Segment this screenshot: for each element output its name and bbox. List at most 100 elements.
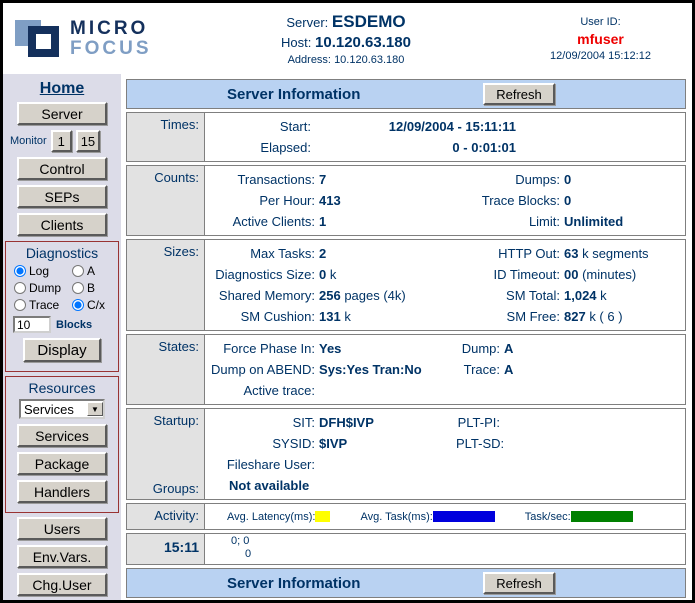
times-row-label: Times: xyxy=(127,113,205,161)
startup-content: SIT:DFH$IVP SYSID:$IVP Fileshare User: P… xyxy=(205,409,685,499)
control-button[interactable]: Control xyxy=(17,157,107,180)
task-ms-legend-item: Avg. Task(ms): xyxy=(360,511,494,523)
shared-memory-suffix: pages (4k) xyxy=(341,288,406,303)
force-phase-in-label: Force Phase In: xyxy=(211,341,319,356)
latency-legend-label: Avg. Latency(ms): xyxy=(227,511,315,523)
dump-on-abend-value: Sys:Yes Tran:No xyxy=(319,362,422,377)
task-sec-legend-label: Task/sec: xyxy=(525,511,571,523)
a-radio-option[interactable]: A xyxy=(72,264,118,278)
activity-legend: Avg. Latency(ms): Avg. Task(ms): Task/se… xyxy=(227,507,679,526)
start-label: Start: xyxy=(211,119,311,134)
transactions-label: Transactions: xyxy=(211,172,319,187)
home-link[interactable]: Home xyxy=(3,80,121,98)
dropdown-arrow-icon[interactable]: ▼ xyxy=(87,402,103,416)
id-timeout-suffix: (minutes) xyxy=(578,267,636,282)
address-value: 10.120.63.180 xyxy=(334,54,404,66)
dump-on-abend-label: Dump on ABEND: xyxy=(211,362,319,377)
task-ms-legend-label: Avg. Task(ms): xyxy=(360,511,432,523)
cx-radio-label: C/x xyxy=(87,298,105,312)
b-radio-option[interactable]: B xyxy=(72,281,118,295)
clients-button[interactable]: Clients xyxy=(17,213,107,236)
diagnostics-radio-grid: Log A Dump B Trace xyxy=(6,264,118,312)
id-timeout-value: 00 xyxy=(564,267,578,282)
trace-state-label: Trace: xyxy=(456,362,504,377)
counts-row-label: Counts: xyxy=(127,166,205,235)
limit-label: Limit: xyxy=(456,214,564,229)
max-tasks-label: Max Tasks: xyxy=(211,246,319,261)
address-line: Address: 10.120.63.180 xyxy=(175,54,517,66)
a-radio-label: A xyxy=(87,264,95,278)
blocks-row: Blocks xyxy=(6,316,118,333)
blocks-input[interactable] xyxy=(13,316,51,333)
sm-free-value: 827 xyxy=(564,309,586,324)
plt-pi-label: PLT-PI: xyxy=(456,415,504,430)
trace-radio-option[interactable]: Trace xyxy=(14,298,72,312)
cx-radio[interactable] xyxy=(72,299,84,311)
active-clients-label: Active Clients: xyxy=(211,214,319,229)
users-button[interactable]: Users xyxy=(17,517,107,540)
trace-radio[interactable] xyxy=(14,299,26,311)
services-button[interactable]: Services xyxy=(17,424,107,447)
sit-label: SIT: xyxy=(211,415,319,430)
activity-row: Activity: Avg. Latency(ms): Avg. Task(ms… xyxy=(126,503,686,530)
server-identity: Server: ESDEMO Host: 10.120.63.180 Addre… xyxy=(175,12,517,66)
dump-radio[interactable] xyxy=(14,282,26,294)
fileshare-user-label: Fileshare User: xyxy=(211,457,319,472)
sit-value: DFH$IVP xyxy=(319,415,374,430)
log-radio-option[interactable]: Log xyxy=(14,264,72,278)
monitor-15-button[interactable]: 15 xyxy=(76,130,100,152)
activity-content: Avg. Latency(ms): Avg. Task(ms): Task/se… xyxy=(205,504,685,529)
sm-free-label: SM Free: xyxy=(456,309,564,324)
host-label: Host: xyxy=(281,35,311,50)
seps-button[interactable]: SEPs xyxy=(17,185,107,208)
resources-select[interactable]: Services ▼ xyxy=(19,399,105,419)
resources-title: Resources xyxy=(6,380,118,396)
dumps-label: Dumps: xyxy=(456,172,564,187)
times-row: Times: Start: 12/09/2004 - 15:11:11 Elap… xyxy=(126,112,686,162)
log-radio[interactable] xyxy=(14,265,26,277)
per-hour-label: Per Hour: xyxy=(211,193,319,208)
chguser-button[interactable]: Chg.User xyxy=(17,573,107,596)
cx-radio-option[interactable]: C/x xyxy=(72,298,118,312)
max-tasks-value: 2 xyxy=(319,246,326,261)
microfocus-logo-text: MICRO FOCUS xyxy=(70,19,152,59)
page-title: Server Information xyxy=(227,86,360,103)
sysid-label: SYSID: xyxy=(211,436,319,451)
id-timeout-label: ID Timeout: xyxy=(456,267,564,282)
log-radio-label: Log xyxy=(29,264,49,278)
envvars-button[interactable]: Env.Vars. xyxy=(17,545,107,568)
microfocus-logo: MICRO FOCUS xyxy=(3,15,175,63)
startup-label: Startup: xyxy=(127,413,199,428)
server-button[interactable]: Server xyxy=(17,102,107,125)
refresh-button-top[interactable]: Refresh xyxy=(483,83,555,105)
package-button[interactable]: Package xyxy=(17,452,107,475)
b-radio[interactable] xyxy=(72,282,84,294)
dumps-value: 0 xyxy=(564,172,571,187)
server-information-footer-bar: Server Information Refresh xyxy=(126,568,686,598)
http-out-suffix: k segments xyxy=(578,246,648,261)
refresh-button-bottom[interactable]: Refresh xyxy=(483,572,555,594)
display-button[interactable]: Display xyxy=(23,338,101,362)
dump-radio-option[interactable]: Dump xyxy=(14,281,72,295)
logo-word-focus: FOCUS xyxy=(70,39,152,59)
microfocus-logo-icon xyxy=(15,15,63,63)
plt-sd-label: PLT-SD: xyxy=(456,436,508,451)
sizes-row-label: Sizes: xyxy=(127,240,205,330)
header-timestamp: 12/09/2004 15:12:12 xyxy=(517,50,684,62)
handlers-button[interactable]: Handlers xyxy=(17,480,107,503)
page-header: MICRO FOCUS Server: ESDEMO Host: 10.120.… xyxy=(3,3,692,74)
activity-row-label: Activity: xyxy=(127,504,205,529)
groups-label: Groups: xyxy=(127,481,199,496)
sysid-value: $IVP xyxy=(319,436,347,451)
resources-select-value: Services xyxy=(21,402,87,417)
diagnostics-size-suffix: k xyxy=(326,267,336,282)
a-radio[interactable] xyxy=(72,265,84,277)
monitor-1-button[interactable]: 1 xyxy=(51,130,72,152)
address-label: Address: xyxy=(288,54,331,66)
diagnostics-size-value: 0 xyxy=(319,267,326,282)
diagnostics-size-label: Diagnostics Size: xyxy=(211,267,319,282)
b-radio-label: B xyxy=(87,281,95,295)
activity-values-line2: 0 xyxy=(245,548,679,561)
host-value: 10.120.63.180 xyxy=(315,34,411,51)
http-out-label: HTTP Out: xyxy=(456,246,564,261)
